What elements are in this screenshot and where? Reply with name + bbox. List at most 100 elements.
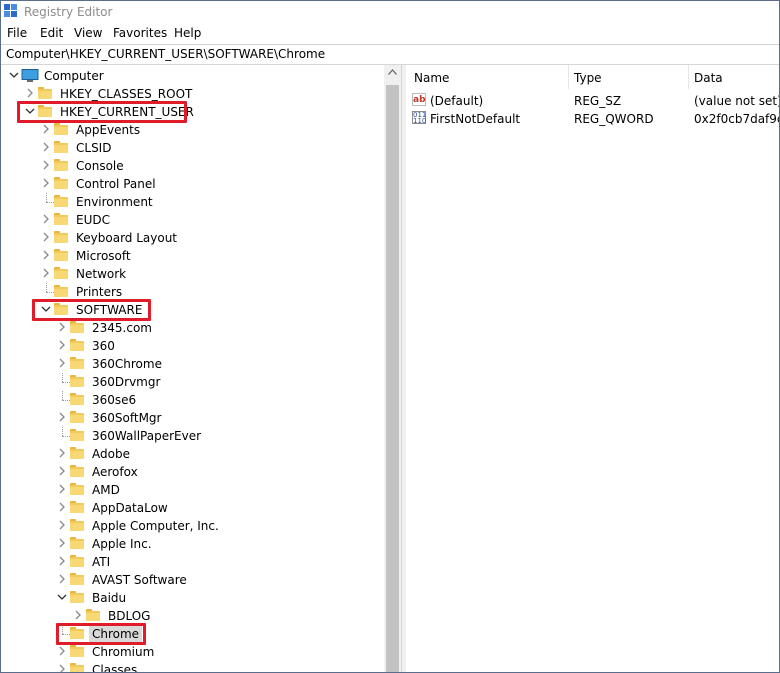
tree-connector xyxy=(62,391,63,400)
tree-item-label: HKEY_CLASSES_ROOT xyxy=(60,87,193,101)
tree-item-computer[interactable]: Computer xyxy=(1,67,384,85)
chevron-right-icon[interactable] xyxy=(56,644,68,658)
list-item[interactable]: 011 110 FirstNotDefault REG_QWORD 0x2f0cb… xyxy=(406,110,779,128)
tree-item[interactable]: AppEvents xyxy=(1,121,384,139)
chevron-right-icon[interactable] xyxy=(40,212,52,226)
chevron-down-icon[interactable] xyxy=(56,590,68,604)
value-name: FirstNotDefault xyxy=(430,112,521,126)
tree-item[interactable]: Microsoft xyxy=(1,247,384,265)
menu-file[interactable]: File xyxy=(7,26,27,40)
tree-item[interactable]: Adobe xyxy=(1,445,384,463)
chevron-right-icon[interactable] xyxy=(40,158,52,172)
tree-item-label: 360Chrome xyxy=(92,357,162,371)
folder-icon xyxy=(70,465,84,477)
folder-icon xyxy=(54,159,68,171)
chevron-right-icon[interactable] xyxy=(56,518,68,532)
chevron-right-icon[interactable] xyxy=(24,86,36,100)
tree-item[interactable]: Classes xyxy=(1,661,384,673)
tree-item[interactable]: Control Panel xyxy=(1,175,384,193)
menu-help[interactable]: Help xyxy=(174,26,201,40)
chevron-right-icon[interactable] xyxy=(56,500,68,514)
tree-item[interactable]: 360se6 xyxy=(1,391,384,409)
chevron-right-icon[interactable] xyxy=(40,248,52,262)
folder-icon xyxy=(54,231,68,243)
tree-item[interactable]: Apple Computer, Inc. xyxy=(1,517,384,535)
tree-item[interactable]: 2345.com xyxy=(1,319,384,337)
chevron-right-icon[interactable] xyxy=(56,536,68,550)
column-type[interactable]: Type xyxy=(574,65,602,89)
values-list[interactable]: Name Type Data ab (Default) REG_SZ (valu… xyxy=(406,65,779,672)
tree-item-label: 360SoftMgr xyxy=(92,411,162,425)
tree-item-label: AVAST Software xyxy=(92,573,187,587)
key-tree[interactable]: Computer HKEY_CLASSES_ROOT HKEY_CURRENT_US… xyxy=(1,65,384,673)
chevron-right-icon[interactable] xyxy=(56,338,68,352)
menu-edit[interactable]: Edit xyxy=(40,26,63,40)
tree-item[interactable]: Apple Inc. xyxy=(1,535,384,553)
binary-value-icon: 011 110 xyxy=(412,111,427,125)
tree-item-label: Apple Computer, Inc. xyxy=(92,519,219,533)
column-divider[interactable] xyxy=(688,65,689,89)
scroll-thumb[interactable] xyxy=(386,85,399,672)
list-item[interactable]: ab (Default) REG_SZ (value not set) xyxy=(406,92,779,110)
chevron-right-icon[interactable] xyxy=(56,320,68,334)
tree-item[interactable]: CLSID xyxy=(1,139,384,157)
chevron-right-icon[interactable] xyxy=(40,230,52,244)
column-name[interactable]: Name xyxy=(414,65,449,89)
tree-item-label: Apple Inc. xyxy=(92,537,152,551)
tree-item[interactable]: Console xyxy=(1,157,384,175)
tree-item[interactable]: Keyboard Layout xyxy=(1,229,384,247)
tree-item[interactable]: 360Drvmgr xyxy=(1,373,384,391)
tree-item[interactable]: AppDataLow xyxy=(1,499,384,517)
folder-icon xyxy=(38,87,52,99)
tree-item[interactable]: Chromium xyxy=(1,643,384,661)
chevron-right-icon[interactable] xyxy=(56,662,68,673)
chevron-right-icon[interactable] xyxy=(72,608,84,622)
tree-item[interactable]: Network xyxy=(1,265,384,283)
tree-item[interactable]: Baidu xyxy=(1,589,384,607)
folder-icon xyxy=(54,285,68,297)
chevron-right-icon[interactable] xyxy=(56,482,68,496)
folder-icon xyxy=(54,213,68,225)
tree-connector xyxy=(46,292,54,293)
tree-item-label: BDLOG xyxy=(108,609,151,623)
menu-view[interactable]: View xyxy=(74,26,102,40)
folder-icon xyxy=(70,591,84,603)
tree-item[interactable]: 360SoftMgr xyxy=(1,409,384,427)
chevron-right-icon[interactable] xyxy=(56,464,68,478)
tree-item[interactable]: Environment xyxy=(1,193,384,211)
tree-item-label: ATI xyxy=(92,555,111,569)
tree-item-label: 360se6 xyxy=(92,393,137,407)
column-data[interactable]: Data xyxy=(694,65,723,89)
chevron-down-icon[interactable] xyxy=(8,68,20,82)
tree-item[interactable]: EUDC xyxy=(1,211,384,229)
chevron-right-icon[interactable] xyxy=(40,122,52,136)
tree-item[interactable]: ATI xyxy=(1,553,384,571)
chevron-right-icon[interactable] xyxy=(40,140,52,154)
chevron-right-icon[interactable] xyxy=(56,446,68,460)
address-bar[interactable]: Computer\HKEY_CURRENT_USER\SOFTWARE\Chro… xyxy=(1,44,779,65)
tree-item[interactable]: AVAST Software xyxy=(1,571,384,589)
chevron-right-icon[interactable] xyxy=(56,356,68,370)
tree-item[interactable]: Aerofox xyxy=(1,463,384,481)
chevron-right-icon[interactable] xyxy=(56,572,68,586)
chevron-right-icon[interactable] xyxy=(40,266,52,280)
tree-item-label: Chromium xyxy=(92,645,155,659)
tree-item[interactable]: 360 xyxy=(1,337,384,355)
tree-connector xyxy=(46,193,47,202)
folder-icon xyxy=(70,555,84,567)
tree-scrollbar[interactable] xyxy=(384,65,401,672)
tree-item[interactable]: 360WallPaperEver xyxy=(1,427,384,445)
chevron-right-icon[interactable] xyxy=(56,554,68,568)
scroll-up-icon[interactable] xyxy=(388,69,397,75)
folder-icon xyxy=(86,609,100,621)
chevron-right-icon[interactable] xyxy=(56,410,68,424)
tree-connector xyxy=(46,283,47,292)
tree-item[interactable]: AMD xyxy=(1,481,384,499)
column-divider[interactable] xyxy=(568,65,569,89)
menu-favorites[interactable]: Favorites xyxy=(113,26,167,40)
registry-editor-window: Registry Editor File Edit View Favorites… xyxy=(0,0,780,673)
address-path[interactable]: Computer\HKEY_CURRENT_USER\SOFTWARE\Chro… xyxy=(6,47,325,61)
chevron-right-icon[interactable] xyxy=(40,176,52,190)
folder-icon xyxy=(70,375,84,387)
tree-item[interactable]: 360Chrome xyxy=(1,355,384,373)
